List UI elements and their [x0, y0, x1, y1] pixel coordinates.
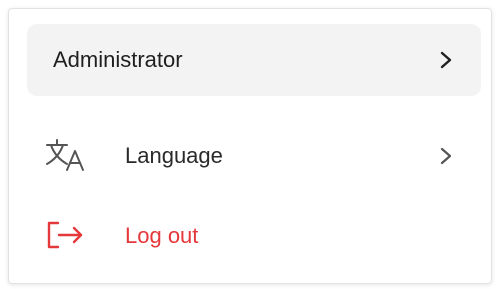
logout-menu-item[interactable]: Log out — [27, 206, 481, 266]
user-name-label: Administrator — [53, 47, 183, 72]
language-label: Language — [125, 143, 223, 168]
chevron-right-icon — [440, 51, 452, 69]
user-menu-panel: Administrator Language Log out — [8, 8, 492, 284]
chevron-right-icon — [440, 147, 452, 165]
translate-icon — [46, 139, 84, 171]
logout-label: Log out — [125, 223, 199, 248]
logout-icon — [47, 221, 83, 249]
language-menu-item[interactable]: Language — [27, 126, 481, 186]
administrator-menu-item[interactable]: Administrator — [27, 24, 481, 96]
